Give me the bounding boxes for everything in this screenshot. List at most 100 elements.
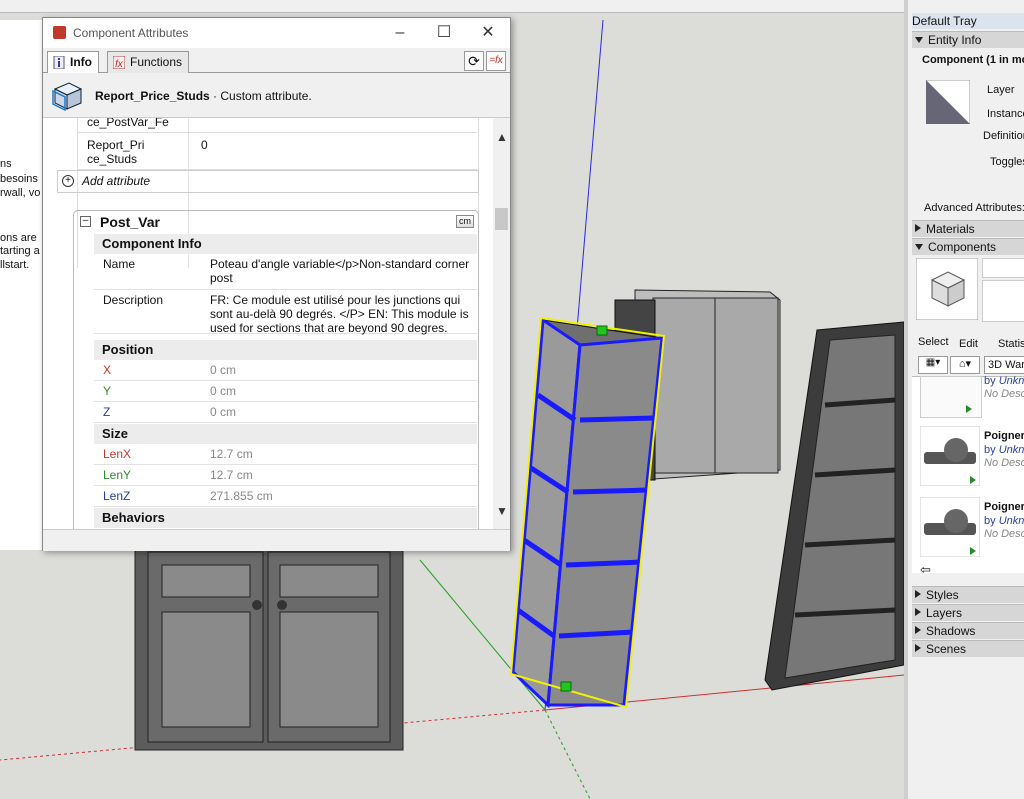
svg-text:fx: fx — [115, 59, 124, 69]
name-label: Name — [103, 257, 136, 271]
tab-info[interactable]: Info — [47, 51, 99, 74]
model-viewport[interactable]: ns besoins rwall, vo ons are tarting a l… — [0, 0, 904, 799]
title-bar[interactable]: Component Attributes – ☐ ✕ — [43, 18, 510, 48]
component-name-field[interactable] — [982, 258, 1024, 278]
component-description-field[interactable] — [982, 280, 1024, 322]
back-arrow-icon[interactable]: ⇦ — [920, 562, 931, 578]
property-row-y[interactable]: Y 0 cm — [94, 381, 477, 402]
property-row-z[interactable]: Z 0 cm — [94, 402, 477, 423]
property-row-name[interactable]: Name Poteau d'angle variable</p>Non-stan… — [94, 254, 477, 290]
y-value[interactable]: 0 cm — [210, 384, 472, 398]
lenx-value[interactable]: 12.7 cm — [210, 447, 472, 461]
scenes-header[interactable]: Scenes — [912, 640, 1024, 657]
lenz-label: LenZ — [103, 489, 131, 503]
load-icon[interactable] — [966, 405, 972, 413]
component-preview-icon — [916, 258, 978, 320]
expand-icon — [915, 626, 921, 634]
material-swatch[interactable] — [926, 80, 970, 124]
bg-line: rwall, vo — [0, 187, 41, 199]
expand-icon — [915, 590, 921, 598]
z-value[interactable]: 0 cm — [210, 405, 472, 419]
tab-edit[interactable]: Edit — [959, 338, 978, 350]
x-value[interactable]: 0 cm — [210, 363, 472, 377]
expand-icon — [915, 644, 921, 652]
attribute-key: Report_Pri ce_Studs — [87, 138, 145, 166]
refresh-icon[interactable]: ⟳ — [464, 51, 484, 71]
attribute-value[interactable]: 0 — [201, 138, 481, 152]
attribute-row[interactable]: Report_Pri ce_Studs 0 — [77, 133, 477, 170]
scroll-down-icon[interactable]: ▼ — [496, 504, 508, 518]
leny-value[interactable]: 12.7 cm — [210, 468, 472, 482]
property-row-lenz[interactable]: LenZ 271.855 cm — [94, 486, 477, 507]
shadows-header[interactable]: Shadows — [912, 622, 1024, 639]
fx-icon[interactable]: =fx — [486, 51, 506, 71]
property-row-description[interactable]: Description FR: Ce module est utilisé po… — [94, 290, 477, 335]
tab-functions[interactable]: fx Functions — [107, 51, 190, 73]
lenz-value[interactable]: 271.855 cm — [210, 489, 472, 503]
layer-label: Layer — [987, 84, 1015, 96]
list-item-author: by Unkno — [984, 375, 1024, 387]
bg-line: tarting a — [0, 245, 40, 257]
components-label: Components — [928, 240, 997, 254]
view-options-icon[interactable]: ▦▾ — [918, 356, 948, 374]
layers-header[interactable]: Layers — [912, 604, 1024, 621]
scenes-label: Scenes — [926, 642, 967, 656]
layers-label: Layers — [926, 606, 963, 620]
tab-select[interactable]: Select — [918, 336, 949, 348]
scroll-up-icon[interactable]: ▲ — [496, 130, 508, 144]
add-attribute-label: Add attribute — [82, 174, 151, 188]
property-row-x[interactable]: X 0 cm — [94, 360, 477, 381]
expand-icon — [915, 37, 923, 43]
collapse-icon[interactable]: – — [80, 216, 91, 227]
functions-icon: fx — [113, 56, 125, 69]
post-var-group: – Post_Var cm Component Info Name Poteau… — [73, 210, 479, 529]
tab-info-label: Info — [70, 55, 92, 69]
vertical-scrollbar[interactable]: ▲ ▼ — [493, 118, 510, 529]
list-item-name[interactable]: Poigner_ — [984, 501, 1024, 513]
selected-attribute-info: Report_Price_Studs · Custom attribute. — [95, 89, 312, 103]
close-button[interactable]: ✕ — [473, 22, 503, 44]
attribute-row[interactable]: ce_PostVar_Fe — [77, 118, 477, 133]
attributes-panel[interactable]: ce_PostVar_Fe Report_Pri ce_Studs 0 + Ad… — [43, 118, 493, 529]
list-item-author: by Unkno — [984, 515, 1024, 527]
list-item-thumbnail[interactable] — [920, 426, 980, 486]
styles-header[interactable]: Styles — [912, 586, 1024, 603]
home-icon[interactable]: ⌂▾ — [950, 356, 980, 374]
list-item-desc: No Descr — [984, 528, 1024, 540]
lenx-label: LenX — [103, 447, 132, 461]
add-attribute-row[interactable]: + Add attribute — [57, 170, 479, 193]
post-var-title: Post_Var — [100, 214, 160, 230]
bg-line: ns — [0, 158, 12, 170]
list-item-thumbnail[interactable] — [920, 497, 980, 557]
selected-post — [509, 316, 666, 709]
bg-line: llstart. — [0, 259, 30, 271]
section-position: Position — [94, 340, 477, 360]
component-cube-icon — [52, 82, 83, 111]
list-item-name[interactable]: Poigner_ — [984, 430, 1024, 442]
bg-line: besoins — [0, 173, 38, 185]
name-value[interactable]: Poteau d'angle variable</p>Non-standard … — [210, 257, 472, 285]
tray-title: Default Tray — [912, 13, 1024, 29]
tab-statistics[interactable]: Statist — [998, 338, 1024, 350]
entity-info-header[interactable]: Entity Info — [912, 31, 1024, 48]
materials-header[interactable]: Materials — [912, 220, 1024, 237]
component-label: Component (1 in mo — [922, 54, 1024, 66]
default-tray: Default Tray Entity Info Component (1 in… — [904, 0, 1024, 799]
minimize-button[interactable]: – — [385, 22, 415, 44]
search-input[interactable]: 3D Ware — [984, 356, 1024, 374]
maximize-button[interactable]: ☐ — [429, 22, 459, 44]
section-size: Size — [94, 424, 477, 444]
info-header: Report_Price_Studs · Custom attribute. — [43, 73, 510, 118]
expand-icon — [915, 224, 921, 232]
styles-label: Styles — [926, 588, 959, 602]
unit-toggle[interactable]: cm — [456, 215, 474, 228]
scroll-thumb[interactable] — [495, 208, 508, 230]
description-value[interactable]: FR: Ce module est utilisé pour les junct… — [210, 293, 472, 335]
property-row-leny[interactable]: LenY 12.7 cm — [94, 465, 477, 486]
components-header[interactable]: Components — [912, 238, 1024, 255]
leny-label: LenY — [103, 468, 132, 482]
expand-icon — [915, 608, 921, 616]
list-item-thumbnail[interactable] — [920, 376, 982, 418]
add-icon: + — [62, 175, 74, 187]
property-row-lenx[interactable]: LenX 12.7 cm — [94, 444, 477, 465]
